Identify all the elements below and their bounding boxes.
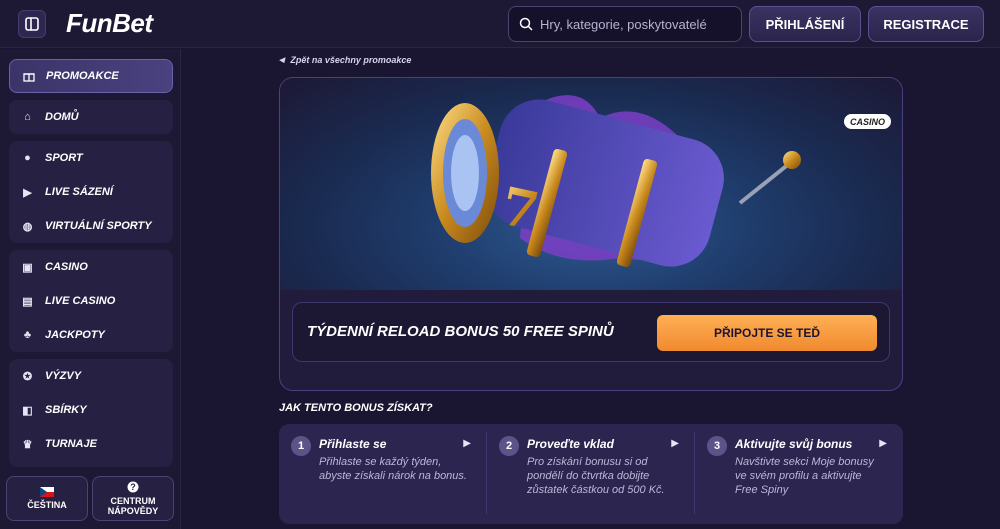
chevron-left-icon: ◀ [279, 57, 285, 64]
sidebar-item-virtual-sports[interactable]: ◍ VIRTUÁLNÍ SPORTY [9, 209, 173, 243]
main-content: ◀ Zpět na všechny promoakce 7 CASINO TÝD… [182, 49, 1000, 529]
trophy-icon: ♛ [22, 438, 33, 451]
logo[interactable]: FunBet [66, 8, 153, 39]
step-title: Přihlaste se [319, 437, 387, 451]
casino-badge: CASINO [844, 114, 892, 129]
step-2: 2 Proveďte vklad Pro získání bonusu si o… [487, 434, 693, 514]
sidebar-item-label: LIVE SÁZENÍ [45, 186, 113, 198]
gift-icon [22, 70, 35, 83]
step-text: Přihlaste se každý týden, abyste získali… [319, 456, 467, 482]
language-button[interactable]: ČEŠTINA [6, 476, 88, 521]
promo-card: 7 CASINO TÝDENNÍ RELOAD BONUS 50 FREE SP… [279, 77, 903, 391]
step-title: Proveďte vklad [527, 437, 614, 451]
help-center-label: CENTRUM NÁPOVĚDY [107, 496, 159, 516]
login-button[interactable]: PŘIHLÁŠENÍ [749, 6, 861, 42]
step-number: 1 [291, 436, 311, 456]
step-number: 2 [499, 436, 519, 456]
chevron-right-icon[interactable]: ▶ [879, 438, 887, 449]
step-title: Aktivujte svůj bonus [735, 437, 853, 451]
sidebar-item-label: VIRTUÁLNÍ SPORTY [45, 220, 152, 232]
sidebar-item-label: LIVE CASINO [45, 295, 116, 307]
back-link-label: Zpět na všechny promoakce [290, 55, 412, 65]
register-button[interactable]: REGISTRACE [868, 6, 984, 42]
steps-panel: 1 Přihlaste se Přihlaste se každý týden,… [279, 424, 903, 524]
step-1: 1 Přihlaste se Přihlaste se každý týden,… [279, 434, 485, 514]
help-center-button[interactable]: ? CENTRUM NÁPOVĚDY [92, 476, 174, 521]
sidebar-item-label: DOMŮ [45, 111, 79, 123]
sidebar-item-tournaments[interactable]: ♛ TURNAJE [9, 427, 173, 461]
promo-bar: TÝDENNÍ RELOAD BONUS 50 FREE SPINŮ PŘIPO… [292, 302, 890, 362]
sidebar-item-promo[interactable]: PROMOAKCE [9, 59, 173, 93]
sidebar-item-jackpots[interactable]: ♣ JACKPOTY [9, 318, 173, 352]
sidebar-item-challenges[interactable]: ✪ VÝZVY [9, 359, 173, 393]
sidebar-group-sport: ● SPORT ▶ LIVE SÁZENÍ ◍ VIRTUÁLNÍ SPORTY [9, 141, 173, 243]
back-link[interactable]: ◀ Zpět na všechny promoakce [279, 55, 411, 65]
sidebar-item-label: PROMOAKCE [46, 70, 119, 82]
sidebar-item-home[interactable]: ⌂ DOMŮ [9, 100, 173, 134]
clover-icon: ♣ [23, 329, 32, 341]
sidebar-item-label: TURNAJE [45, 438, 97, 450]
step-3: 3 Aktivujte svůj bonus Navštivte sekci M… [695, 434, 901, 514]
how-to-get-title: JAK TENTO BONUS ZÍSKAT? [279, 402, 433, 414]
sidebar-item-label: SBÍRKY [45, 404, 87, 416]
language-label: ČEŠTINA [27, 500, 67, 510]
search-icon [519, 17, 533, 31]
header: FunBet PŘIHLÁŠENÍ REGISTRACE [0, 0, 1000, 48]
promo-banner-image: 7 CASINO [280, 78, 902, 290]
home-icon: ⌂ [24, 111, 31, 123]
svg-text:?: ? [130, 482, 136, 492]
sidebar-item-collections[interactable]: ◧ SBÍRKY [9, 393, 173, 427]
cards-icon: ▤ [22, 295, 33, 308]
sidebar-item-live-casino[interactable]: ▤ LIVE CASINO [9, 284, 173, 318]
join-now-button[interactable]: PŘIPOJTE SE TEĎ [657, 315, 877, 351]
sidebar-item-label: SPORT [45, 152, 83, 164]
promo-title: TÝDENNÍ RELOAD BONUS 50 FREE SPINŮ [307, 323, 614, 340]
search-input[interactable] [540, 16, 730, 32]
sidebar-group-home: ⌂ DOMŮ [9, 100, 173, 134]
slot-icon: ▣ [22, 261, 33, 274]
sidebar-item-label: CASINO [45, 261, 88, 273]
medal-icon: ✪ [22, 370, 33, 383]
chevron-right-icon[interactable]: ▶ [463, 438, 471, 449]
step-text: Pro získání bonusu si od pondělí do čtvr… [527, 456, 665, 496]
sidebar-group-rewards: ✪ VÝZVY ◧ SBÍRKY ♛ TURNAJE [9, 359, 173, 467]
slot-reels-illustration: 7 [431, 95, 801, 268]
help-icon: ? [127, 481, 139, 493]
sidebar-group-casino: ▣ CASINO ▤ LIVE CASINO ♣ JACKPOTY [9, 250, 173, 352]
sidebar-item-label: JACKPOTY [45, 329, 105, 341]
gamepad-icon: ◍ [22, 220, 33, 233]
step-text: Navštivte sekci Moje bonusy ve svém prof… [735, 456, 874, 496]
sidebar-item-casino[interactable]: ▣ CASINO [9, 250, 173, 284]
sidebar: PROMOAKCE ⌂ DOMŮ ● SPORT ▶ LIVE SÁZENÍ ◍… [0, 49, 181, 529]
step-number: 3 [707, 436, 727, 456]
sidebar-item-label: VÝZVY [45, 370, 82, 382]
search-bar[interactable] [508, 6, 742, 42]
play-icon: ▶ [23, 186, 32, 199]
chevron-right-icon[interactable]: ▶ [671, 438, 679, 449]
sidebar-item-sport[interactable]: ● SPORT [9, 141, 173, 175]
sidebar-item-live-betting[interactable]: ▶ LIVE SÁZENÍ [9, 175, 173, 209]
collection-icon: ◧ [22, 404, 33, 417]
sidebar-toggle-button[interactable] [18, 10, 46, 38]
soccer-ball-icon: ● [24, 152, 31, 164]
czech-flag-icon [40, 487, 54, 497]
sidebar-toggle-icon [25, 17, 39, 31]
